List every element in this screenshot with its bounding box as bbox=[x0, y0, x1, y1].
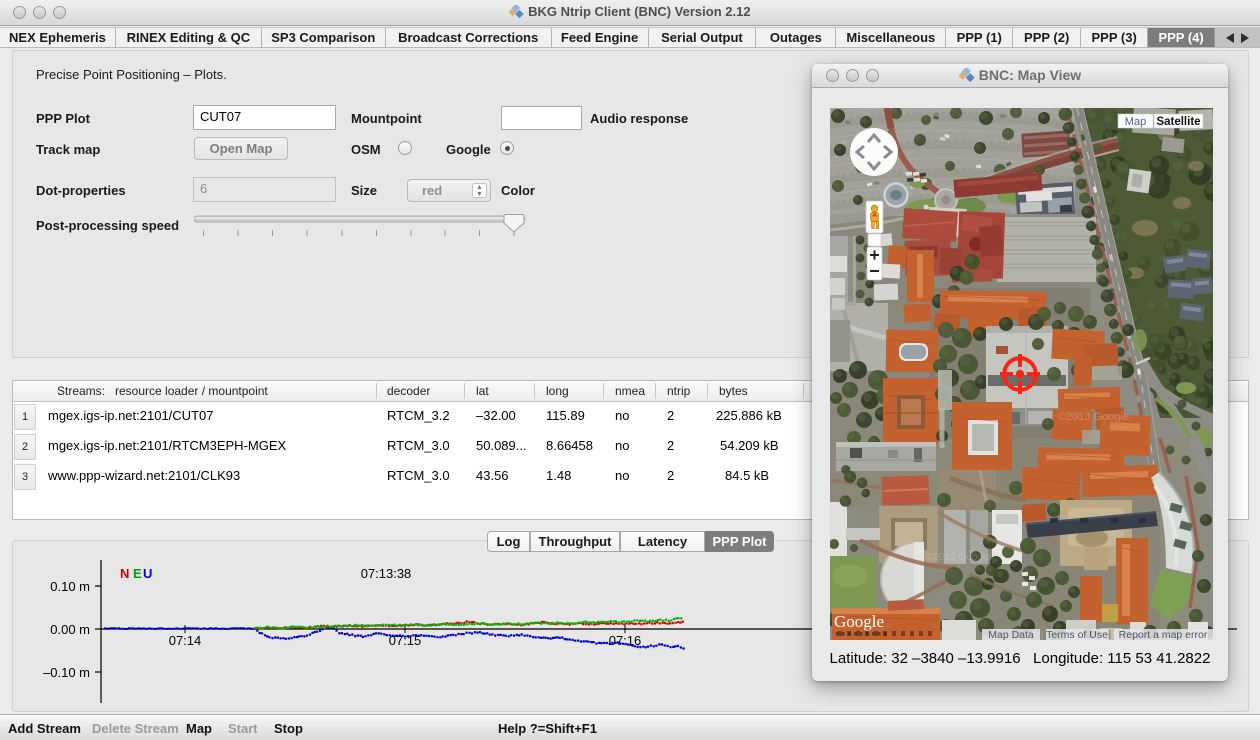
svg-text:07:14: 07:14 bbox=[169, 633, 202, 648]
svg-text:07:13:38: 07:13:38 bbox=[361, 566, 412, 581]
svg-text:Satellite: Satellite bbox=[1156, 116, 1200, 128]
svg-text:U: U bbox=[143, 566, 152, 581]
svg-text:–0.10 m: –0.10 m bbox=[43, 665, 90, 680]
svg-text:©2013 Google: ©2013 Google bbox=[926, 552, 991, 563]
svg-text:07:16: 07:16 bbox=[609, 633, 642, 648]
svg-text:Google: Google bbox=[834, 612, 884, 631]
svg-text:E: E bbox=[133, 566, 142, 581]
svg-text:0.00 m: 0.00 m bbox=[50, 622, 90, 637]
svg-text:N: N bbox=[120, 566, 129, 581]
svg-text:Map Data: Map Data bbox=[988, 629, 1034, 640]
svg-text:0.10 m: 0.10 m bbox=[50, 579, 90, 594]
svg-text:Map: Map bbox=[1125, 116, 1146, 128]
svg-text:Terms of Use: Terms of Use bbox=[1046, 629, 1108, 640]
svg-text:©2013 Google: ©2013 Google bbox=[1058, 411, 1129, 423]
svg-text:Report a map error: Report a map error bbox=[1119, 629, 1208, 640]
